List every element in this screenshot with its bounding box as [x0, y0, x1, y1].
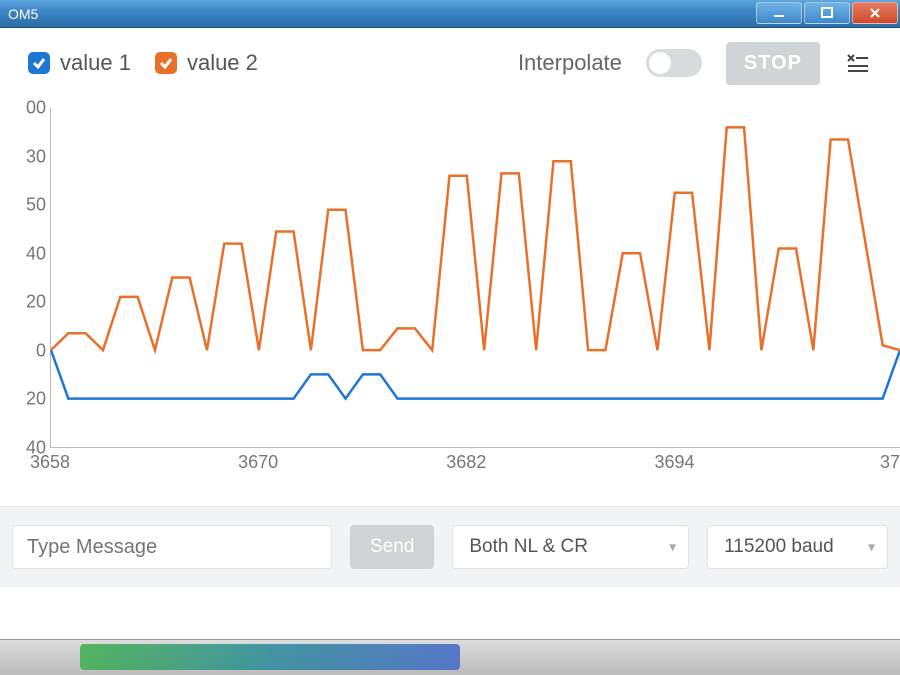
- series-value-1: [51, 350, 900, 398]
- send-bar: Send Both NL & CR ▾ 115200 baud ▾: [0, 506, 900, 587]
- chevron-down-icon: ▾: [868, 539, 875, 556]
- y-tick-label: 0: [0, 340, 46, 361]
- stop-button[interactable]: STOP: [726, 42, 820, 85]
- checkbox-value2[interactable]: [155, 52, 177, 74]
- legend-item-value2[interactable]: value 2: [155, 50, 258, 76]
- legend-item-value1[interactable]: value 1: [28, 50, 131, 76]
- y-tick-label: 20: [0, 389, 46, 410]
- x-tick-label: 3658: [30, 452, 70, 473]
- window-minimize-button[interactable]: [756, 2, 802, 24]
- plot-toolbar: value 1 value 2 Interpolate STOP: [0, 28, 900, 98]
- plot-canvas: [50, 108, 900, 448]
- x-axis: 36583670368236943707: [50, 452, 900, 478]
- window-maximize-button[interactable]: [804, 2, 850, 24]
- y-tick-label: 20: [0, 292, 46, 313]
- message-input[interactable]: [12, 525, 332, 569]
- legend: value 1 value 2: [28, 50, 258, 76]
- y-tick-label: 30: [0, 146, 46, 167]
- window-title: OM5: [8, 6, 38, 22]
- interpolate-toggle[interactable]: [646, 49, 702, 77]
- y-tick-label: 40: [0, 243, 46, 264]
- y-tick-label: 50: [0, 195, 46, 216]
- x-tick-label: 3682: [446, 452, 486, 473]
- baud-select[interactable]: 115200 baud ▾: [707, 525, 888, 569]
- line-ending-select[interactable]: Both NL & CR ▾: [452, 525, 689, 569]
- x-tick-label: 3707: [880, 452, 900, 473]
- interpolate-label: Interpolate: [518, 50, 622, 76]
- series-value-2: [51, 127, 900, 350]
- chart-area: 003050402002040 36583670368236943707: [0, 98, 900, 478]
- window-close-button[interactable]: [852, 2, 898, 24]
- legend-label: value 2: [187, 50, 258, 76]
- x-tick-label: 3670: [238, 452, 278, 473]
- baud-value: 115200 baud: [724, 536, 834, 558]
- send-button[interactable]: Send: [350, 525, 434, 569]
- x-tick-label: 3694: [654, 452, 694, 473]
- y-tick-label: 00: [0, 98, 46, 119]
- y-axis: 003050402002040: [0, 98, 50, 478]
- options-icon[interactable]: [844, 49, 872, 77]
- checkbox-value1[interactable]: [28, 52, 50, 74]
- legend-label: value 1: [60, 50, 131, 76]
- window-title-bar: OM5: [0, 0, 900, 28]
- os-taskbar: [0, 639, 900, 675]
- chevron-down-icon: ▾: [669, 539, 676, 556]
- line-ending-value: Both NL & CR: [469, 536, 588, 558]
